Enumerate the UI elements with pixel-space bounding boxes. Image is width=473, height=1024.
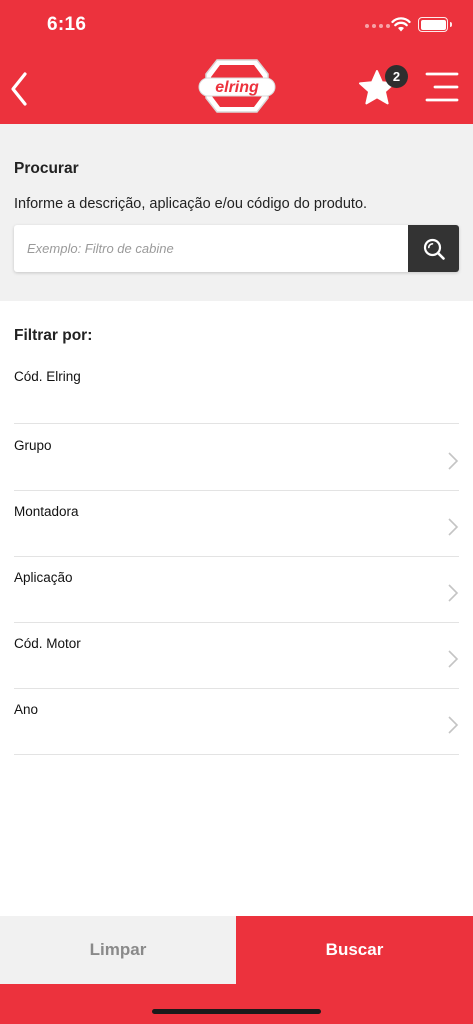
filter-item-montadora[interactable]: Montadora [14,491,459,557]
svg-text:elring: elring [215,79,259,96]
filter-title: Filtrar por: [14,327,93,344]
battery-icon [418,17,452,32]
home-indicator[interactable] [152,1009,321,1014]
clear-button[interactable]: Limpar [0,916,236,984]
chevron-right-icon [448,518,459,536]
filter-item-grupo[interactable]: Grupo [14,425,459,491]
chevron-right-icon [448,716,459,734]
menu-icon [425,72,459,102]
status-bar: 6:16 [0,0,473,54]
search-box [14,225,459,272]
wifi-icon [391,17,411,32]
filter-item-aplicacao[interactable]: Aplicação [14,557,459,623]
search-button[interactable] [408,225,459,272]
filter-item-ano[interactable]: Ano [14,689,459,755]
search-submit-button[interactable]: Buscar [236,916,473,984]
logo-mark: elring [198,59,276,113]
chevron-right-icon [448,452,459,470]
chevron-left-icon [11,72,27,106]
filter-item-cod-motor[interactable]: Cód. Motor [14,623,459,689]
favorites-count-badge: 2 [385,65,408,88]
filter-item-label: Montadora [14,504,79,519]
status-time: 6:16 [47,14,87,35]
back-button[interactable] [6,68,34,110]
search-section: Procurar Informe a descrição, aplicação … [0,124,473,301]
elring-logo[interactable]: elring [196,54,278,118]
search-description: Informe a descrição, aplicação e/ou códi… [14,196,368,212]
chevron-right-icon [448,584,459,602]
search-input[interactable] [14,225,408,272]
menu-button[interactable] [425,71,459,103]
filter-item-label: Cód. Motor [14,636,81,651]
search-title: Procurar [14,160,79,177]
chevron-right-icon [448,650,459,668]
filter-item-label: Aplicação [14,570,73,585]
filter-item-label: Cód. Elring [14,369,81,384]
filter-item-cod-elring[interactable]: Cód. Elring [14,358,459,424]
filter-item-label: Ano [14,702,39,717]
filter-item-label: Grupo [14,438,52,453]
signal-icon [365,24,390,28]
search-icon [423,238,445,260]
